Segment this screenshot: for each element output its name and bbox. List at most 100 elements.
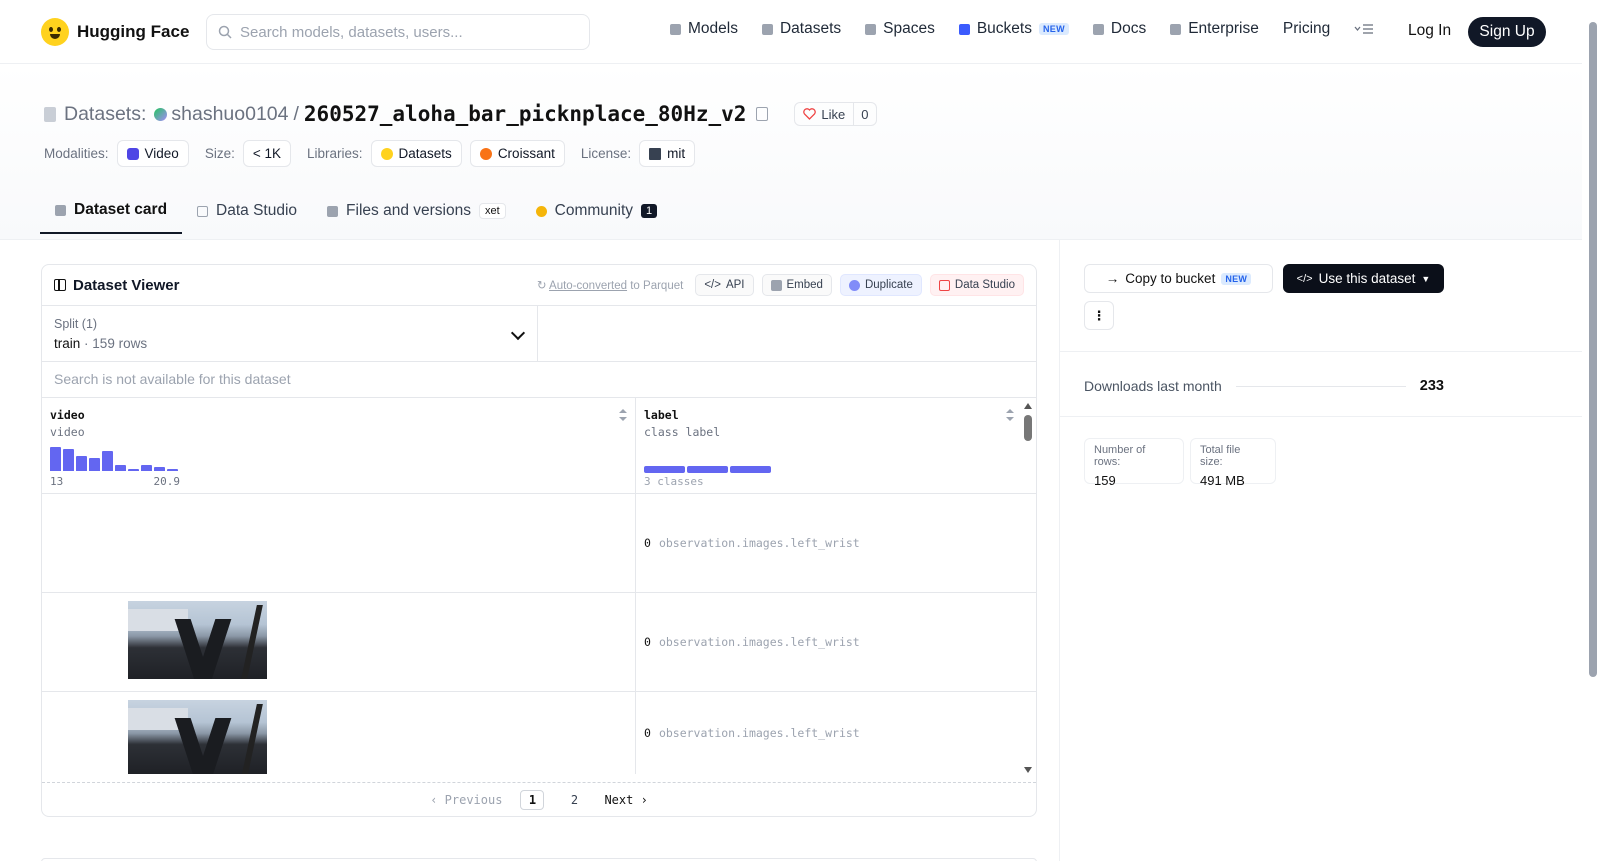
- video-thumbnail[interactable]: [128, 601, 267, 679]
- table-icon: [54, 279, 66, 291]
- column-header-label[interactable]: label class label 3 classes: [636, 398, 1024, 493]
- data-studio-button[interactable]: Data Studio: [929, 274, 1024, 296]
- sort-icon[interactable]: [1006, 409, 1014, 421]
- table-row[interactable]: 0 observation.images.left_wrist: [42, 692, 1036, 774]
- label-index: 0: [644, 726, 651, 740]
- histogram-bar[interactable]: [128, 469, 139, 471]
- library-chip-croissant[interactable]: Croissant: [469, 140, 565, 167]
- histogram-bar[interactable]: [63, 449, 74, 471]
- histogram-bar[interactable]: [76, 456, 87, 471]
- tab-community[interactable]: Community 1: [521, 190, 673, 234]
- table-row[interactable]: 0 observation.images.left_wrist: [42, 593, 1036, 692]
- search-box[interactable]: [206, 14, 590, 50]
- nav-label: Enterprise: [1188, 20, 1259, 37]
- table-scrollbar[interactable]: [1022, 399, 1034, 775]
- nav-buckets[interactable]: Buckets NEW: [958, 20, 1069, 38]
- library-chip-datasets[interactable]: Datasets: [370, 140, 462, 167]
- tab-files-and-versions[interactable]: Files and versions xet: [312, 190, 521, 234]
- nav-more-menu[interactable]: [1354, 23, 1374, 35]
- embed-button[interactable]: Embed: [761, 274, 832, 296]
- repo-name[interactable]: 260527_aloha_bar_picknplace_80Hz_v2: [304, 102, 747, 126]
- auto-converted-link[interactable]: Auto-converted: [549, 280, 627, 292]
- nav-docs[interactable]: Docs: [1092, 20, 1147, 38]
- duration-histogram: [50, 445, 178, 471]
- nav-label: Docs: [1110, 20, 1147, 37]
- histogram-bar[interactable]: [102, 451, 113, 471]
- previous-label: Previous: [444, 792, 503, 807]
- class-distribution-bar: [644, 466, 771, 473]
- nav-models[interactable]: Models: [670, 20, 738, 38]
- viewer-title-text: Dataset Viewer: [73, 276, 180, 294]
- copy-icon[interactable]: [756, 107, 769, 121]
- label-index: 0: [644, 536, 651, 550]
- like-widget: Like 0: [794, 102, 877, 126]
- dataset-viewer: Dataset Viewer ↻ Auto-converted to Parqu…: [41, 264, 1037, 817]
- histogram-bar[interactable]: [154, 467, 165, 471]
- scroll-thumb[interactable]: [1024, 415, 1032, 441]
- chip-label: Datasets: [398, 146, 452, 161]
- top-navbar: Hugging Face Models Datasets Spaces Buck…: [0, 0, 1582, 64]
- modality-chip-video[interactable]: Video: [116, 140, 189, 167]
- page-button-2[interactable]: 2: [562, 790, 586, 810]
- copy-to-bucket-button[interactable]: → Copy to bucket NEW: [1084, 264, 1273, 293]
- histogram-bar[interactable]: [141, 465, 152, 471]
- histogram-bar[interactable]: [89, 458, 100, 471]
- api-button[interactable]: </> API: [695, 274, 754, 296]
- page-scroll-thumb[interactable]: [1589, 22, 1597, 677]
- video-thumbnail[interactable]: [128, 700, 267, 774]
- split-label: Split (1): [54, 317, 98, 331]
- split-separator: ·: [84, 336, 89, 351]
- repo-title: Datasets: shashuo0104 / 260527_aloha_bar…: [44, 102, 877, 126]
- column-header-video[interactable]: video video 13 20.9: [42, 398, 636, 493]
- search-input[interactable]: [240, 23, 560, 41]
- more-options-button[interactable]: ⋮: [1084, 301, 1114, 330]
- class-bar-segment: [687, 466, 728, 473]
- size-chip[interactable]: < 1K: [242, 140, 291, 167]
- nav-pricing[interactable]: Pricing: [1283, 20, 1330, 38]
- label-cell: 0 observation.images.left_wrist: [636, 494, 1024, 592]
- split-selector[interactable]: Split (1) train · 159 rows: [42, 306, 538, 361]
- nav-enterprise[interactable]: Enterprise: [1170, 20, 1259, 38]
- license-label: License:: [580, 146, 632, 161]
- enterprise-icon: [1170, 23, 1182, 35]
- button-label: Data Studio: [954, 279, 1015, 291]
- scroll-down-icon[interactable]: [1024, 767, 1032, 773]
- table-row[interactable]: 0 observation.images.left_wrist: [42, 494, 1036, 593]
- tab-dataset-card[interactable]: Dataset card: [40, 190, 183, 234]
- previous-page-button[interactable]: ‹ Previous: [430, 793, 502, 807]
- stat-value: 159: [1094, 473, 1116, 488]
- button-label: Embed: [786, 279, 823, 291]
- like-label: Like: [821, 106, 846, 122]
- chip-label: Croissant: [497, 146, 555, 161]
- next-page-button[interactable]: Next ›: [604, 793, 647, 807]
- signup-button[interactable]: Sign Up: [1468, 17, 1546, 47]
- viewer-title: Dataset Viewer: [54, 277, 179, 294]
- use-this-dataset-button[interactable]: </> Use this dataset ▼: [1283, 264, 1444, 293]
- files-icon: [327, 205, 339, 217]
- histogram-bar[interactable]: [167, 469, 178, 471]
- hugging-face-logo-icon: [41, 18, 69, 46]
- database-icon: [44, 106, 56, 122]
- page-button-1[interactable]: 1: [520, 789, 545, 810]
- nav-label: Models: [688, 20, 738, 37]
- scroll-up-icon[interactable]: [1024, 403, 1032, 409]
- nav-datasets[interactable]: Datasets: [761, 20, 841, 38]
- nav-spaces[interactable]: Spaces: [865, 20, 935, 38]
- license-chip[interactable]: mit: [639, 140, 696, 167]
- repo-owner[interactable]: shashuo0104: [171, 103, 288, 126]
- sort-icon[interactable]: [619, 409, 627, 421]
- size-label: Size:: [204, 146, 235, 161]
- like-count[interactable]: 0: [854, 107, 875, 122]
- repo-type-label[interactable]: Datasets:: [64, 103, 146, 126]
- split-row-count: 159 rows: [92, 336, 148, 351]
- tab-data-studio[interactable]: Data Studio: [182, 190, 312, 234]
- histogram-bar[interactable]: [50, 447, 61, 471]
- duplicate-button[interactable]: Duplicate: [839, 274, 922, 296]
- histogram-bar[interactable]: [115, 465, 126, 471]
- brand-name: Hugging Face: [77, 22, 190, 41]
- brand-logo[interactable]: Hugging Face: [41, 18, 189, 46]
- croissant-icon: [479, 147, 492, 160]
- page-scrollbar[interactable]: [1582, 0, 1600, 861]
- login-link[interactable]: Log In: [1408, 22, 1451, 40]
- like-button[interactable]: Like: [795, 103, 855, 125]
